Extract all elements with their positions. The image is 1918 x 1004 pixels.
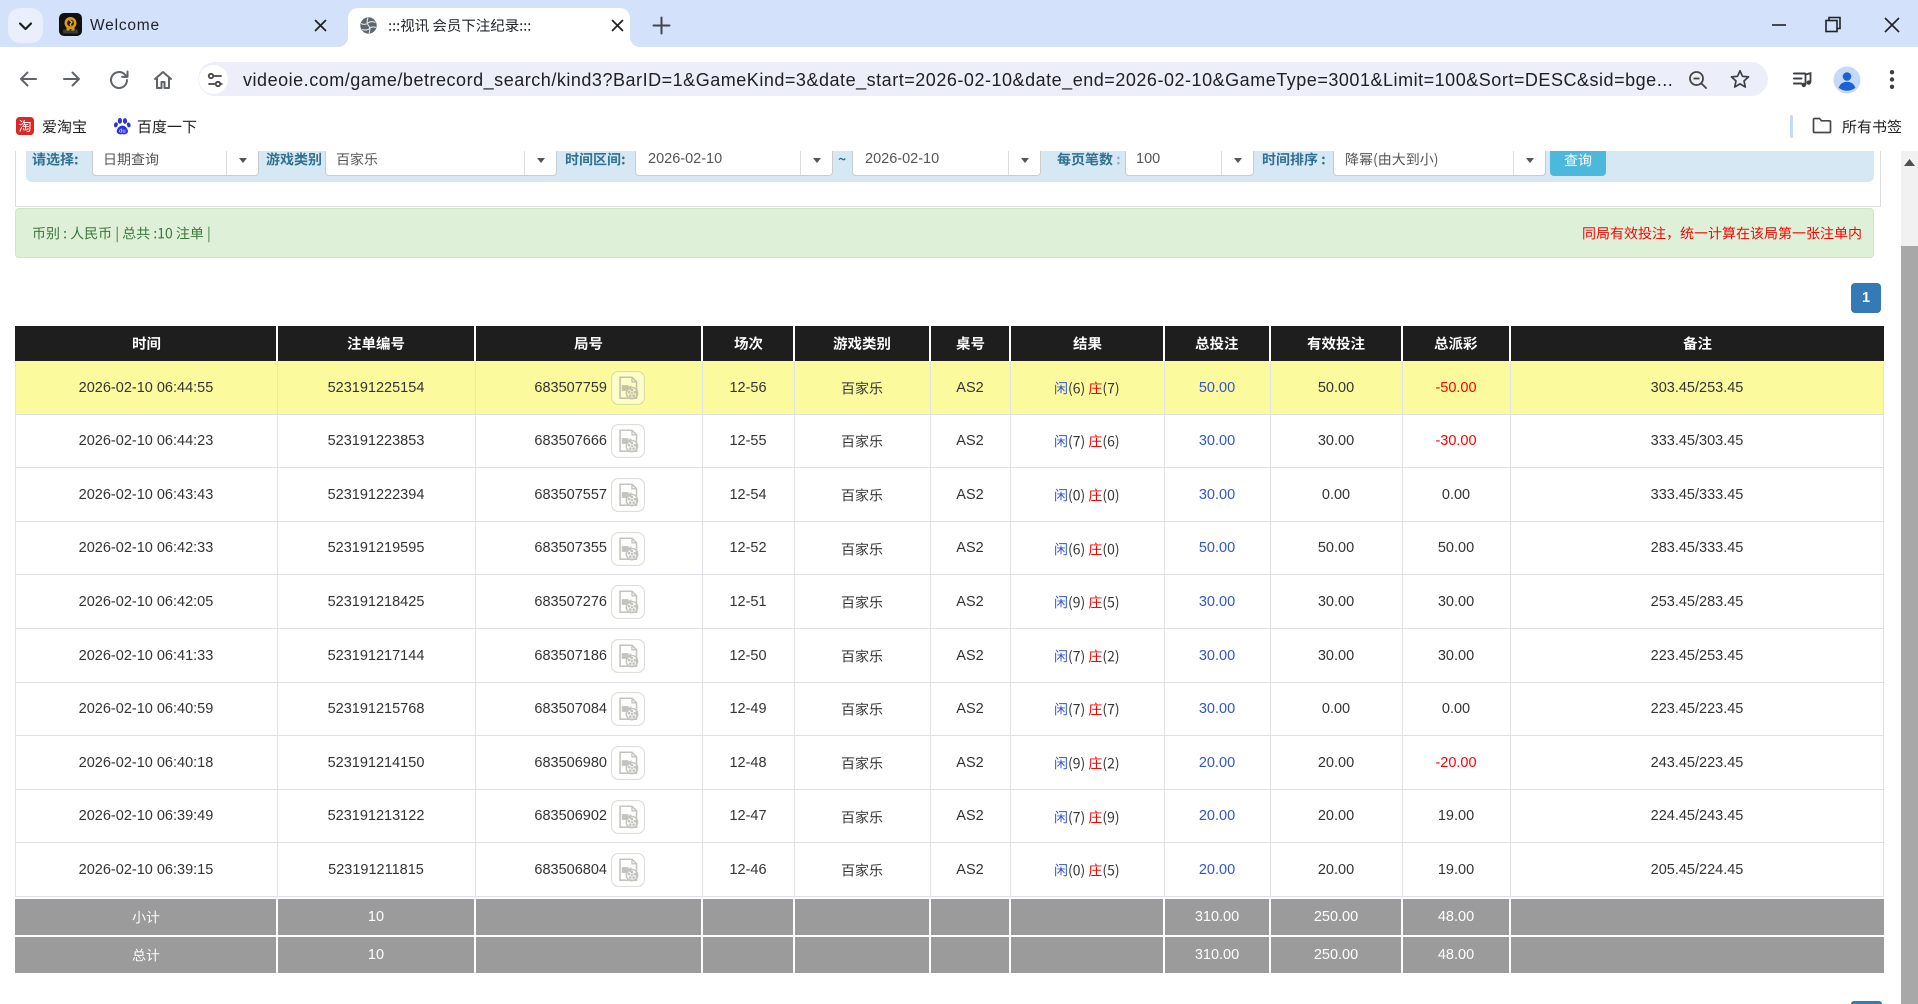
svg-text:淘: 淘 (18, 119, 31, 134)
svg-text:du: du (119, 128, 125, 134)
